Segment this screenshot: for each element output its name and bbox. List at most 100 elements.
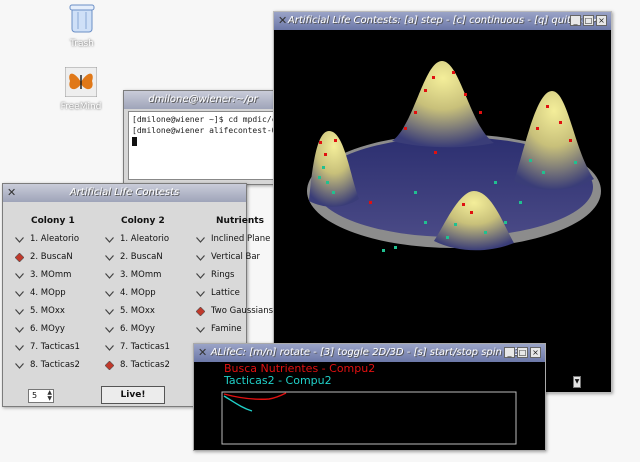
colony1-option[interactable]: 5. MOxx: [15, 305, 65, 317]
nutrients-option[interactable]: Famine: [196, 323, 242, 335]
radio-selected-icon[interactable]: [15, 252, 24, 262]
radio-icon[interactable]: [196, 253, 205, 262]
colony1-option[interactable]: 3. MOmm: [15, 269, 71, 281]
radio-icon[interactable]: [105, 325, 114, 334]
freemind-label: FreeMind: [60, 102, 102, 112]
agent-marker: [494, 181, 497, 184]
radio-icon[interactable]: [15, 235, 24, 244]
terminal-title: dmilone@wiener:~/pr: [148, 94, 258, 105]
fitness-plot-canvas[interactable]: [194, 388, 545, 448]
trash-desktop-icon[interactable]: Trash: [52, 2, 112, 49]
speed-spinbox[interactable]: 5 ▲ ▼: [28, 389, 54, 403]
colony2-option[interactable]: 6. MOyy: [105, 323, 155, 335]
colony2-option[interactable]: 4. MOpp: [105, 287, 156, 299]
nutrients-option[interactable]: Inclined Plane: [196, 233, 270, 245]
radio-icon[interactable]: [105, 253, 114, 262]
option-label: 5. MOxx: [30, 306, 65, 316]
colony2-option[interactable]: 2. BuscaN: [105, 251, 163, 263]
maximize-button[interactable]: □: [517, 347, 528, 358]
radio-selected-icon[interactable]: [105, 360, 114, 370]
option-label: 6. MOyy: [120, 324, 155, 334]
radio-icon[interactable]: [15, 325, 24, 334]
agent-marker: [324, 153, 327, 156]
colony2-option[interactable]: 8. Tacticas2: [105, 359, 170, 371]
plot-titlebar[interactable]: ✕ ALifeC: [m/n] rotate - [3] toggle 2D/3…: [194, 344, 545, 362]
radio-icon[interactable]: [15, 361, 24, 370]
colony2-option[interactable]: 7. Tacticas1: [105, 341, 170, 353]
colony2-option[interactable]: 1. Aleatorio: [105, 233, 169, 245]
radio-selected-icon[interactable]: [196, 306, 205, 316]
agent-marker: [470, 211, 473, 214]
option-label: Vertical Bar: [211, 252, 261, 262]
colony1-option[interactable]: 2. BuscaN: [15, 251, 73, 263]
colony1-option[interactable]: 6. MOyy: [15, 323, 65, 335]
surface-3d-canvas[interactable]: [274, 31, 611, 393]
spin-arrows-icon[interactable]: ▲ ▼: [47, 390, 52, 402]
terminal-screen[interactable]: [dmilone@wiener ~]$ cd mpdic/c [dmilone@…: [128, 111, 278, 180]
colony1-option[interactable]: 4. MOpp: [15, 287, 66, 299]
radio-icon[interactable]: [105, 235, 114, 244]
agent-marker: [414, 191, 417, 194]
agent-marker: [452, 71, 455, 74]
control-titlebar[interactable]: ✕ Artificial Life Contests: [3, 184, 246, 202]
close-icon[interactable]: ✕: [198, 344, 207, 362]
radio-icon[interactable]: [15, 307, 24, 316]
scroll-arrow-icon[interactable]: ▼: [573, 376, 581, 388]
terminal-titlebar[interactable]: dmilone@wiener:~/pr: [124, 91, 282, 109]
radio-icon[interactable]: [196, 271, 205, 280]
view3d-title: Artificial Life Contests: [a] step - [c]…: [287, 15, 598, 26]
close-button[interactable]: ×: [530, 347, 541, 358]
close-icon[interactable]: ✕: [278, 12, 287, 30]
colony1-option[interactable]: 7. Tacticas1: [15, 341, 80, 353]
fitness-plot-window[interactable]: ✕ ALifeC: [m/n] rotate - [3] toggle 2D/3…: [193, 343, 546, 451]
option-label: 3. MOmm: [30, 270, 72, 280]
close-button[interactable]: ×: [596, 15, 607, 26]
surface-view-window[interactable]: ✕ Artificial Life Contests: [a] step - […: [273, 11, 612, 393]
agent-marker: [334, 139, 337, 142]
maximize-button[interactable]: □: [583, 15, 594, 26]
terminal-line: [dmilone@wiener ~]$ cd mpdic/c: [132, 115, 277, 124]
nutrients-option[interactable]: Vertical Bar: [196, 251, 260, 263]
colony2-header: Colony 2: [121, 216, 165, 226]
plot-title: ALifeC: [m/n] rotate - [3] toggle 2D/3D …: [210, 347, 529, 358]
radio-icon[interactable]: [105, 307, 114, 316]
agent-marker: [322, 166, 325, 169]
radio-icon[interactable]: [15, 343, 24, 352]
nutrients-option[interactable]: Lattice: [196, 287, 240, 299]
terminal-window[interactable]: dmilone@wiener:~/pr [dmilone@wiener ~]$ …: [123, 90, 283, 185]
minimize-button[interactable]: _: [570, 15, 581, 26]
agent-marker: [462, 203, 465, 206]
agent-marker: [519, 201, 522, 204]
colony1-option[interactable]: 1. Aleatorio: [15, 233, 79, 245]
nutrients-option[interactable]: Rings: [196, 269, 234, 281]
colony2-option[interactable]: 5. MOxx: [105, 305, 155, 317]
radio-icon[interactable]: [105, 271, 114, 280]
agent-marker: [404, 127, 407, 130]
colony1-option[interactable]: 8. Tacticas2: [15, 359, 80, 371]
minimize-button[interactable]: _: [504, 347, 515, 358]
surface-peak: [392, 61, 494, 148]
nutrients-option[interactable]: Two Gaussians: [196, 305, 273, 317]
control-title: Artificial Life Contests: [69, 187, 180, 198]
option-label: 4. MOpp: [30, 288, 66, 298]
legend-series-2: Tacticas2 - Compu2: [224, 374, 332, 387]
radio-icon[interactable]: [105, 289, 114, 298]
agent-marker: [382, 249, 385, 252]
agent-marker: [529, 159, 532, 162]
surface-peak: [514, 91, 594, 190]
close-icon[interactable]: ✕: [7, 184, 16, 202]
colony2-option[interactable]: 3. MOmm: [105, 269, 161, 281]
live-button[interactable]: Live!: [101, 386, 165, 404]
freemind-desktop-icon[interactable]: FreeMind: [51, 66, 111, 112]
radio-icon[interactable]: [105, 343, 114, 352]
agent-marker: [464, 93, 467, 96]
view3d-titlebar[interactable]: ✕ Artificial Life Contests: [a] step - […: [274, 12, 611, 30]
radio-icon[interactable]: [196, 325, 205, 334]
radio-icon[interactable]: [196, 235, 205, 244]
radio-icon[interactable]: [15, 271, 24, 280]
plot-series-red: [223, 392, 287, 400]
agent-marker: [414, 111, 417, 114]
radio-icon[interactable]: [196, 289, 205, 298]
radio-icon[interactable]: [15, 289, 24, 298]
option-label: 6. MOyy: [30, 324, 65, 334]
